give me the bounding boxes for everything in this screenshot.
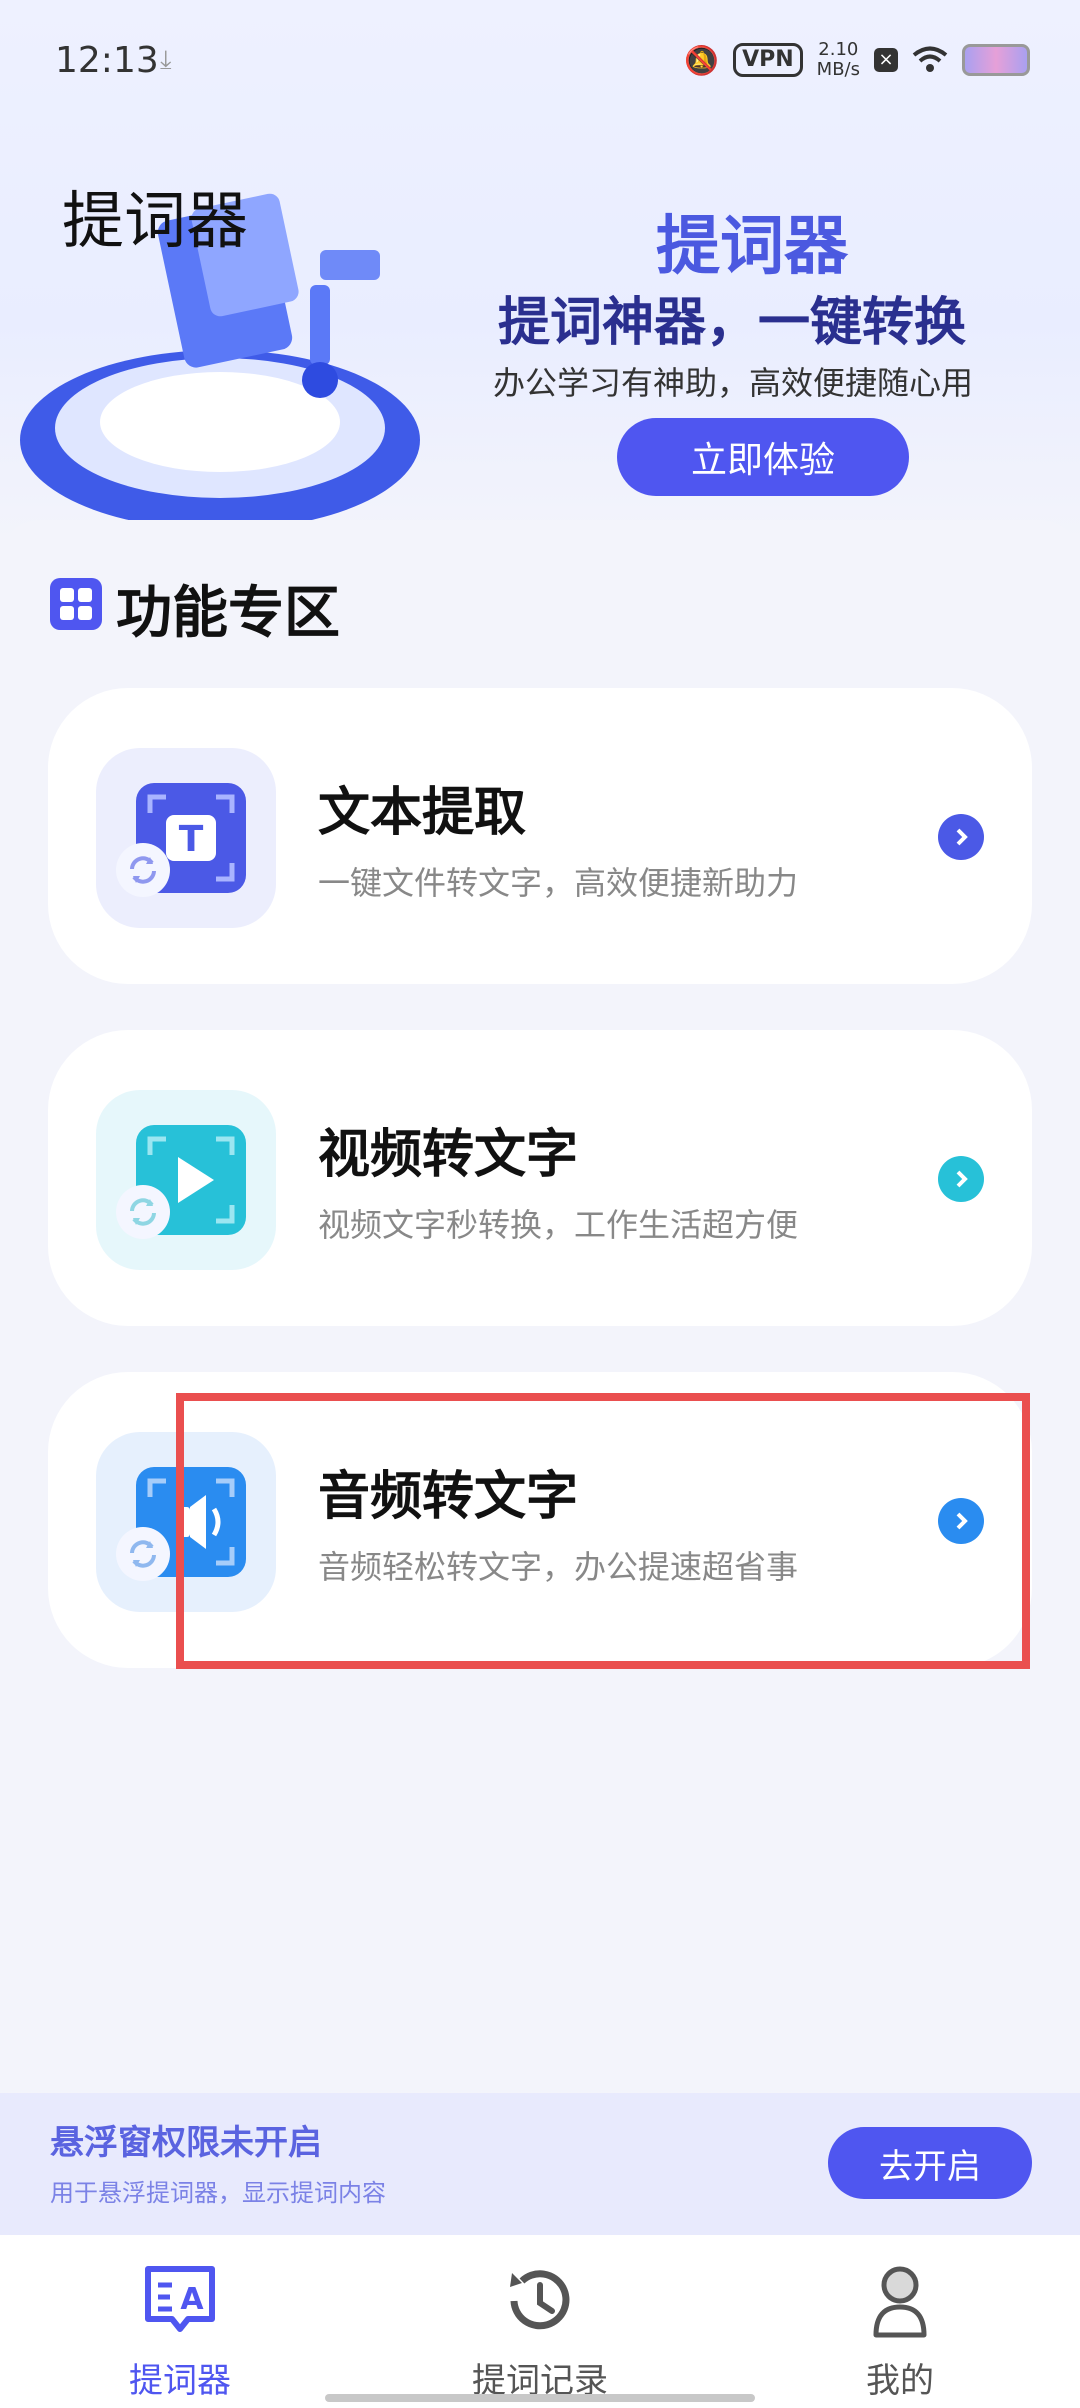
feature-desc: 一键文件转文字，高效便捷新助力 bbox=[318, 864, 799, 902]
grid-icon bbox=[50, 578, 102, 630]
feature-icon-bg bbox=[96, 1090, 276, 1270]
feature-card-video-to-text[interactable]: 视频转文字 视频文字秒转换，工作生活超方便 bbox=[48, 1030, 1032, 1326]
feature-icon-bg: T bbox=[96, 748, 276, 928]
banner-brand: 提词器 bbox=[656, 210, 848, 284]
svg-text:A: A bbox=[180, 2282, 204, 2317]
section-title: 功能专区 bbox=[116, 581, 340, 646]
try-now-button[interactable]: 立即体验 bbox=[617, 418, 909, 496]
feature-title: 文本提取 bbox=[318, 783, 527, 843]
mute-icon: 🔕 bbox=[684, 43, 720, 77]
chevron-right-icon[interactable] bbox=[938, 1156, 984, 1202]
page-title: 提词器 bbox=[62, 184, 249, 257]
battery-icon bbox=[962, 44, 1030, 76]
refresh-icon bbox=[116, 843, 170, 897]
speed-unit: MB/s bbox=[816, 59, 860, 80]
speed-value: 2.10 bbox=[818, 39, 859, 60]
refresh-icon bbox=[116, 1185, 170, 1239]
feature-desc: 视频文字秒转换，工作生活超方便 bbox=[318, 1206, 799, 1244]
status-bar: 12:13 ⤓ 🔕 VPN 2.10 MB/s × bbox=[0, 0, 1080, 125]
vpn-badge: VPN bbox=[733, 43, 803, 77]
feature-card-text-extract[interactable]: T 文本提取 一键文件转文字，高效便捷新助力 bbox=[48, 688, 1032, 984]
float-permission-title: 悬浮窗权限未开启 bbox=[50, 2123, 322, 2163]
teleprompter-icon: A bbox=[145, 2266, 215, 2332]
download-icon: ⤓ bbox=[160, 45, 172, 75]
home-indicator[interactable] bbox=[325, 2394, 755, 2402]
chevron-right-icon[interactable] bbox=[938, 814, 984, 860]
close-box-icon: × bbox=[874, 48, 898, 72]
bottom-tab-bar: A 提词器 提词记录 我的 bbox=[0, 2235, 1080, 2408]
feature-title: 视频转文字 bbox=[318, 1125, 579, 1185]
svg-text:T: T bbox=[179, 819, 204, 860]
tab-history[interactable]: 提词记录 bbox=[420, 2235, 660, 2408]
banner-subtitle: 办公学习有神助，高效便捷随心用 bbox=[493, 364, 974, 402]
network-speed: 2.10 MB/s bbox=[817, 40, 860, 80]
status-time: 12:13 bbox=[55, 40, 159, 81]
highlight-box bbox=[176, 1393, 1030, 1669]
tab-profile[interactable]: 我的 bbox=[780, 2235, 1020, 2408]
float-permission-subtitle: 用于悬浮提词器，显示提词内容 bbox=[50, 2179, 386, 2207]
tab-teleprompter[interactable]: A 提词器 bbox=[60, 2235, 300, 2408]
tab-label: 提词器 bbox=[129, 2361, 231, 2401]
profile-icon bbox=[873, 2266, 927, 2338]
refresh-icon bbox=[116, 1527, 170, 1581]
status-icons: 🔕 VPN 2.10 MB/s × bbox=[684, 40, 1030, 80]
history-icon bbox=[510, 2270, 570, 2330]
banner-slogan: 提词神器，一键转换 bbox=[498, 293, 967, 353]
wifi-icon bbox=[912, 46, 948, 72]
enable-float-button[interactable]: 去开启 bbox=[828, 2127, 1032, 2199]
tab-label: 我的 bbox=[866, 2361, 934, 2401]
